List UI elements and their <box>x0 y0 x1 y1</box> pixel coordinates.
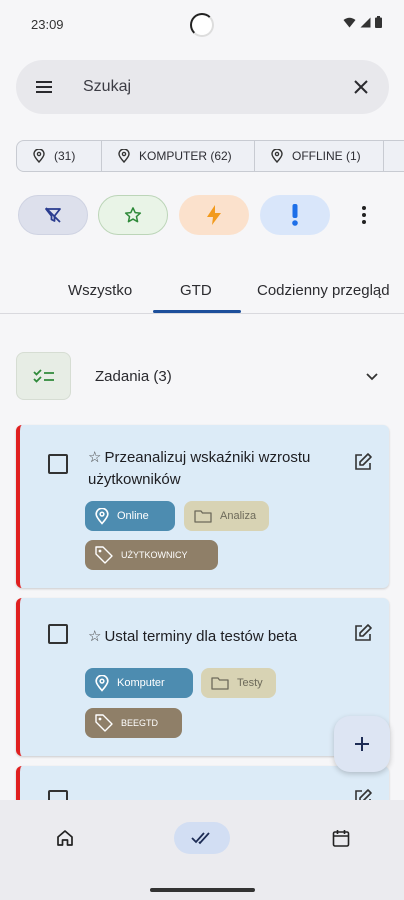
more-vert-icon[interactable] <box>355 203 373 227</box>
home-icon <box>57 830 73 846</box>
location-chips-row: (31) KOMPUTER (62) OFFLINE (1) <box>16 140 404 172</box>
location-tag[interactable]: Komputer <box>85 668 193 698</box>
nav-tasks[interactable] <box>174 822 230 854</box>
camera-cutout <box>190 13 214 37</box>
close-icon[interactable] <box>351 77 371 97</box>
tab-all[interactable]: Wszystko <box>68 282 132 299</box>
status-bar: 23:09 <box>0 0 404 50</box>
folder-tag-label: Testy <box>237 677 263 689</box>
tab-gtd[interactable]: GTD <box>180 282 212 299</box>
label-tag-label: UŻYTKOWNICY <box>121 550 188 560</box>
task-title[interactable]: ☆ Ustal terminy dla testów beta <box>88 626 338 648</box>
location-pin-icon <box>33 149 45 163</box>
task-card[interactable]: ☆ Przeanalizuj wskaźniki wzrostu użytkown… <box>16 425 389 588</box>
location-pin-icon <box>118 149 130 163</box>
star-outline-icon <box>124 207 142 223</box>
location-tag-label: Online <box>117 510 149 522</box>
tab-daily-review[interactable]: Codzienny przegląd <box>257 282 390 299</box>
location-chip-label: (31) <box>54 149 76 163</box>
task-checkbox[interactable] <box>48 454 68 474</box>
folder-icon <box>211 677 229 690</box>
signal-icon <box>360 17 371 27</box>
task-title[interactable]: ☆ Przeanalizuj wskaźniki wzrostu użytkown… <box>88 447 338 491</box>
tab-indicator <box>153 310 241 313</box>
search-placeholder[interactable]: Szukaj <box>83 78 131 96</box>
folder-tag[interactable]: Analiza <box>184 501 269 531</box>
nav-calendar[interactable] <box>316 822 366 854</box>
location-chip-label: KOMPUTER (62) <box>139 149 232 163</box>
bottom-navigation <box>0 800 404 900</box>
folder-icon <box>194 510 212 523</box>
label-tag[interactable]: UŻYTKOWNICY <box>85 540 218 570</box>
location-tag[interactable]: Online <box>85 501 175 531</box>
star-icon[interactable]: ☆ <box>88 449 101 466</box>
location-chip-komputer[interactable]: KOMPUTER (62) <box>101 140 255 172</box>
section-title: Zadania (3) <box>95 368 172 385</box>
wifi-icon <box>343 17 356 27</box>
status-icons <box>343 16 382 28</box>
task-checkbox[interactable] <box>48 624 68 644</box>
chevron-down-icon[interactable] <box>364 368 380 384</box>
home-indicator <box>150 888 255 892</box>
calendar-icon <box>332 830 350 847</box>
location-pin-icon <box>95 674 109 692</box>
location-pin-icon <box>95 507 109 525</box>
location-chip-offline[interactable]: OFFLINE (1) <box>254 140 384 172</box>
double-check-icon <box>191 832 210 845</box>
location-pin-icon <box>271 149 283 163</box>
edit-icon[interactable] <box>353 623 373 643</box>
section-header[interactable]: Zadania (3) <box>16 352 404 400</box>
bolt-icon <box>207 205 221 225</box>
label-tag[interactable]: BEEGTD <box>85 708 182 738</box>
tab-bar: Wszystko GTD Codzienny przegląd <box>0 270 404 314</box>
exclamation-icon <box>292 204 298 226</box>
filter-energy-button[interactable] <box>179 195 249 235</box>
search-bar[interactable]: Szukaj <box>16 60 389 114</box>
folder-tag[interactable]: Testy <box>201 668 276 698</box>
filter-clear-button[interactable] <box>18 195 88 235</box>
label-icon <box>95 546 113 564</box>
battery-icon <box>375 16 382 28</box>
task-title-text: Przeanalizuj wskaźniki wzrostu użytkowni… <box>88 449 311 488</box>
location-chip-label: OFFLINE (1) <box>292 149 361 163</box>
filter-priority-button[interactable] <box>260 195 330 235</box>
menu-icon[interactable] <box>34 77 54 97</box>
label-icon <box>95 714 113 732</box>
task-title-text: Ustal terminy dla testów beta <box>104 628 298 645</box>
label-tag-label: BEEGTD <box>121 718 159 728</box>
star-icon[interactable]: ☆ <box>88 628 101 645</box>
location-chip-all[interactable]: (31) <box>16 140 102 172</box>
add-task-button[interactable] <box>334 716 390 772</box>
status-time: 23:09 <box>31 17 64 32</box>
filter-off-icon <box>45 207 61 223</box>
nav-home[interactable] <box>40 822 90 854</box>
location-chip-more[interactable] <box>383 140 404 172</box>
location-tag-label: Komputer <box>117 677 165 689</box>
plus-icon <box>355 737 369 751</box>
edit-icon[interactable] <box>353 452 373 472</box>
checklist-icon <box>16 352 71 400</box>
filter-starred-button[interactable] <box>98 195 168 235</box>
folder-tag-label: Analiza <box>220 510 257 522</box>
